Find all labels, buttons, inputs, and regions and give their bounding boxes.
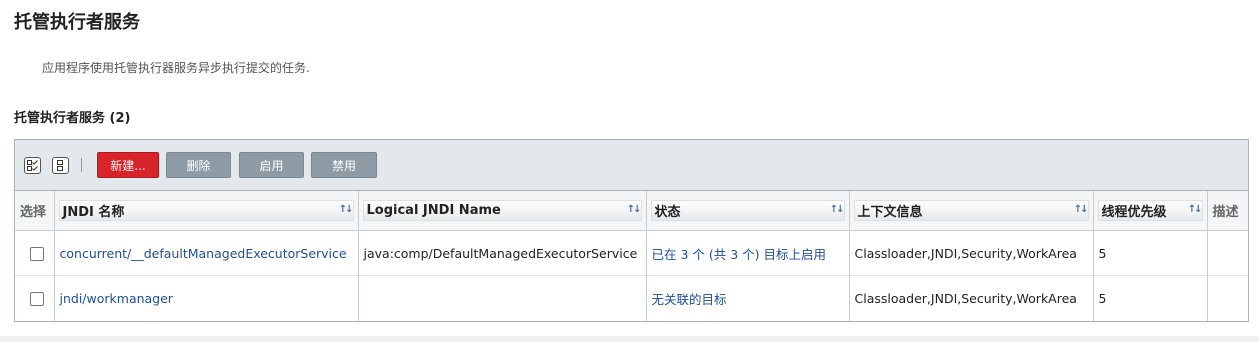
jndi-name-cell: concurrent/__defaultManagedExecutorServi… (54, 230, 359, 276)
column-label-status: 状态 (654, 205, 681, 220)
sort-icon[interactable]: ↑↓ (1074, 204, 1089, 215)
context-info-cell: Classloader,JNDI,Security,WorkArea (849, 275, 1094, 321)
column-header-logical-jndi-name[interactable]: Logical JNDI Name ↑↓ (358, 191, 647, 231)
page-title: 托管执行者服务 (14, 12, 140, 33)
column-header-status[interactable]: 状态 ↑↓ (646, 191, 850, 231)
jndi-name-link[interactable]: concurrent/__defaultManagedExecutorServi… (60, 246, 347, 261)
table-row: concurrent/__defaultManagedExecutorServi… (15, 230, 1248, 276)
section-title: 托管执行者服务 (2) (14, 111, 131, 126)
delete-button[interactable]: 删除 (166, 152, 231, 178)
column-label-logical-jndi-name: Logical JNDI Name (366, 203, 501, 218)
sort-icon[interactable]: ↑↓ (627, 204, 642, 215)
description-cell (1207, 275, 1248, 321)
sort-icon[interactable]: ↑↓ (339, 204, 354, 215)
table-header-row: 选择 JNDI 名称 ↑↓ Logical JNDI Name ↑↓ 状态 ↑↓… (15, 191, 1248, 231)
context-info-cell: Classloader,JNDI,Security,WorkArea (849, 230, 1094, 276)
column-label-description: 描述 (1212, 205, 1239, 220)
select-all-icon[interactable] (24, 157, 41, 174)
column-label-thread-priority: 线程优先级 (1101, 205, 1167, 220)
logical-jndi-name-cell: java:comp/DefaultManagedExecutorService (358, 230, 647, 276)
column-label-select: 选择 (20, 205, 47, 220)
page-bottom-strip (0, 336, 1259, 342)
toolbar-separator (81, 158, 82, 172)
jndi-name-cell: jndi/workmanager (54, 275, 359, 321)
row-checkbox[interactable] (29, 246, 44, 261)
status-link[interactable]: 无关联的目标 (652, 292, 727, 307)
status-link[interactable]: 已在 3 个 (共 3 个) 目标上启用 (652, 247, 827, 262)
column-header-thread-priority[interactable]: 线程优先级 ↑↓ (1093, 191, 1208, 231)
column-label-jndi-name: JNDI 名称 (62, 205, 125, 220)
column-label-context-info: 上下文信息 (857, 205, 923, 220)
sort-icon[interactable]: ↑↓ (1188, 204, 1203, 215)
status-cell: 已在 3 个 (共 3 个) 目标上启用 (646, 230, 850, 276)
description-cell (1207, 231, 1248, 276)
deselect-all-icon[interactable] (52, 157, 69, 174)
thread-priority-cell: 5 (1093, 230, 1208, 276)
table-row: jndi/workmanager 无关联的目标 Classloader,JNDI… (15, 275, 1248, 321)
enable-button[interactable]: 启用 (239, 152, 304, 178)
new-button[interactable]: 新建... (97, 152, 159, 178)
column-header-select: 选择 (15, 191, 55, 231)
status-cell: 无关联的目标 (646, 275, 850, 321)
row-select-cell (15, 275, 55, 321)
row-checkbox[interactable] (29, 292, 44, 306)
page-description: 应用程序使用托管执行器服务异步执行提交的任务. (42, 61, 310, 75)
thread-priority-cell: 5 (1093, 275, 1208, 321)
column-header-jndi-name[interactable]: JNDI 名称 ↑↓ (54, 191, 359, 231)
jndi-name-link[interactable]: jndi/workmanager (60, 291, 173, 306)
column-header-description: 描述 (1207, 191, 1248, 231)
executor-services-table-panel: 新建... 删除 启用 禁用 选择 JNDI 名称 ↑↓ Logical JND… (14, 139, 1249, 322)
table-toolbar: 新建... 删除 启用 禁用 (15, 140, 1248, 191)
disable-button[interactable]: 禁用 (311, 152, 377, 178)
column-header-context-info[interactable]: 上下文信息 ↑↓ (849, 191, 1094, 231)
logical-jndi-name-cell (358, 275, 647, 321)
row-select-cell (15, 230, 55, 276)
executor-services-table: 选择 JNDI 名称 ↑↓ Logical JNDI Name ↑↓ 状态 ↑↓… (15, 191, 1248, 321)
sort-icon[interactable]: ↑↓ (830, 204, 845, 215)
